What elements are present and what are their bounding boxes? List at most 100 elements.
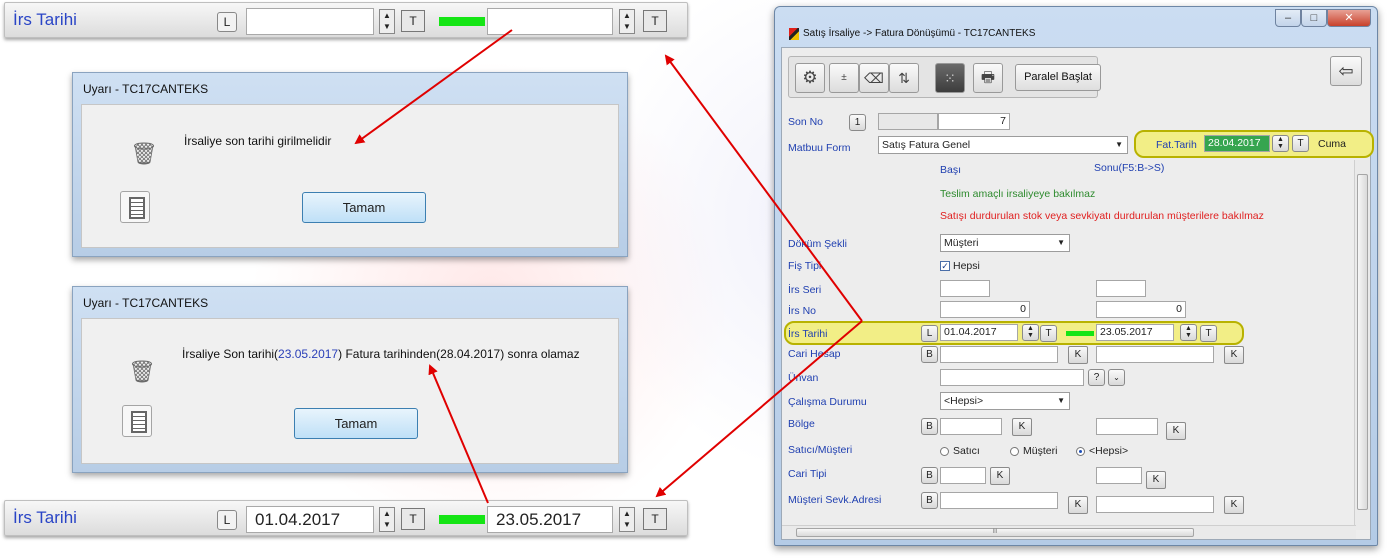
start-spin-button[interactable]: ▲ ▼ [379,9,395,34]
sevk-adresi-b-button[interactable]: B [921,492,938,509]
close-button[interactable]: ✕ [1327,9,1371,27]
matbuu-form-select[interactable]: Satış Fatura Genel ▼ [878,136,1128,154]
irs-no-end-input[interactable]: 0 [1096,301,1186,318]
bolge-b-button[interactable]: B [921,418,938,435]
t-button[interactable]: T [401,10,425,32]
dialog-title: Uyarı - TC17CANTEKS [83,82,209,96]
end-spin-button[interactable]: ▲ ▼ [619,9,635,34]
cari-tipi-b-button[interactable]: B [921,467,938,484]
cari-hesap-end-input[interactable] [1096,346,1214,363]
irs-tarihi-start-spin[interactable]: ▲ ▼ [1022,324,1039,341]
irs-tarihi-end-spin[interactable]: ▲ ▼ [1180,324,1197,341]
radio-musteri[interactable]: Müşteri [1010,445,1057,457]
irs-seri-start-input[interactable] [940,280,990,297]
bolge-end-input[interactable] [1096,418,1158,435]
minimize-button[interactable]: – [1275,9,1301,27]
cari-tipi-end-k-button[interactable]: K [1146,471,1166,489]
vertical-scrollbar[interactable] [1354,160,1370,530]
start-spin-button[interactable]: ▲ ▼ [379,507,395,532]
cari-hesap-k-button[interactable]: K [1068,346,1088,364]
radio-hepsi[interactable]: <Hepsi> [1076,445,1128,457]
irs-tarihi-end-input[interactable] [487,8,613,35]
irs-tarihi-bar-empty: İrs Tarihi L ▲ ▼ T ▲ ▼ T [4,2,688,38]
dialog-body: 🗑 İrsaliye son tarihi girilmelidir Tamam [81,104,619,248]
fis-tipi-checkbox[interactable]: ✓ Hepsi [940,260,980,272]
unvan-input[interactable] [940,369,1084,386]
warning-dialog-date-after-invoice: Uyarı - TC17CANTEKS 🗑 İrsaliye Son tarih… [72,286,628,473]
t-button-end[interactable]: T [643,508,667,530]
ok-button[interactable]: Tamam [294,408,418,439]
son-no-button[interactable]: 1 [849,114,866,131]
cari-tipi-k-button[interactable]: K [990,467,1010,485]
irs-tarihi-range-indicator [1066,331,1094,336]
dokum-sekli-select[interactable]: Müşteri ▼ [940,234,1070,252]
unvan-question-button[interactable]: ? [1088,369,1105,386]
sevk-adresi-start-input[interactable] [940,492,1058,509]
horizontal-scroll-thumb[interactable]: III [796,528,1194,537]
irs-tarihi-start-input[interactable]: 01.04.2017 [246,506,374,533]
irs-no-start-input[interactable]: 0 [940,301,1030,318]
cari-tipi-end-input[interactable] [1096,467,1142,484]
irs-tarihi-l-button[interactable]: L [921,325,938,342]
cari-hesap-b-button[interactable]: B [921,346,938,363]
range-indicator [439,515,485,524]
cari-hesap-end-k-button[interactable]: K [1224,346,1244,364]
l-button[interactable]: L [217,12,237,32]
ok-button[interactable]: Tamam [302,192,426,223]
paralel-baslat-button[interactable]: Paralel Başlat [1015,64,1101,91]
irs-tarihi-label: İrs Tarihi [13,508,77,527]
dialog-message: İrsaliye Son tarihi(23.05.2017) Fatura t… [182,347,580,361]
radio-satici[interactable]: Satıcı [940,445,980,457]
window-client-area: ⚙ ± ⌫ ⇅ ⁙ 🖶 Paralel Başlat ⇦ Son No 1 7 … [781,47,1374,540]
calisma-durumu-label: Çalışma Durumu [788,396,867,408]
fat-tarih-t-button[interactable]: T [1292,135,1309,152]
irs-tarihi-start-input[interactable] [246,8,374,35]
bolge-start-input[interactable] [940,418,1002,435]
t-button-end[interactable]: T [643,10,667,32]
calisma-durumu-select[interactable]: <Hepsi> ▼ [940,392,1070,410]
fat-tarih-spin[interactable]: ▲ ▼ [1272,135,1289,152]
bolge-k-button[interactable]: K [1012,418,1032,436]
eraser-icon[interactable]: ⌫ [859,63,889,93]
printer-icon[interactable]: 🖶 [973,63,1003,93]
fis-tipi-label: Fiş Tipi [788,260,822,272]
irs-tarihi-start-input[interactable]: 01.04.2017 [940,324,1018,341]
irs-tarihi-label: İrs Tarihi [13,10,77,29]
maximize-button[interactable]: □ [1301,9,1327,27]
sevk-adresi-end-input[interactable] [1096,496,1214,513]
sort-arrows-icon[interactable]: ⇅ [889,63,919,93]
cari-hesap-start-input[interactable] [940,346,1058,363]
calculate-icon[interactable]: ± [829,63,859,93]
document-icon[interactable] [120,191,150,223]
dialog-body: 🗑 İrsaliye Son tarihi(23.05.2017) Fatura… [81,318,619,464]
l-button[interactable]: L [217,510,237,530]
info-green: Teslim amaçlı irsaliyeye bakılmaz [940,188,1096,200]
sevk-adresi-label: Müşteri Sevk.Adresi [788,494,882,506]
end-spin-button[interactable]: ▲ ▼ [619,507,635,532]
irs-seri-label: İrs Seri [788,284,822,296]
t-button[interactable]: T [401,508,425,530]
sevk-adresi-k-button[interactable]: K [1068,496,1088,514]
document-icon[interactable] [122,405,152,437]
sevk-adresi-end-k-button[interactable]: K [1224,496,1244,514]
fat-tarih-input[interactable]: 28.04.2017 [1204,135,1270,152]
bolge-end-k-button[interactable]: K [1166,422,1186,440]
son-no-input[interactable] [878,113,938,130]
horizontal-scrollbar[interactable]: III [782,525,1356,539]
vertical-scroll-thumb[interactable] [1357,174,1368,510]
irs-tarihi-end-t-button[interactable]: T [1200,325,1217,342]
unvan-dropdown-button[interactable]: ⌄ [1108,369,1125,386]
settings-gear-icon[interactable]: ⚙ [795,63,825,93]
irs-tarihi-end-input[interactable]: 23.05.2017 [487,506,613,533]
cari-tipi-start-input[interactable] [940,467,986,484]
son-no-value[interactable]: 7 [938,113,1010,130]
app-logo-icon [789,28,799,40]
trash-icon: 🗑 [128,359,156,384]
select-region-icon[interactable]: ⁙ [935,63,965,93]
irs-seri-end-input[interactable] [1096,280,1146,297]
exit-icon[interactable]: ⇦ [1330,56,1362,86]
sonu-label: Sonu(F5:B->S) [1094,162,1165,174]
conversion-window: Satış İrsaliye -> Fatura Dönüşümü - TC17… [774,6,1378,546]
irs-tarihi-t-button[interactable]: T [1040,325,1057,342]
irs-tarihi-end-input[interactable]: 23.05.2017 [1096,324,1174,341]
